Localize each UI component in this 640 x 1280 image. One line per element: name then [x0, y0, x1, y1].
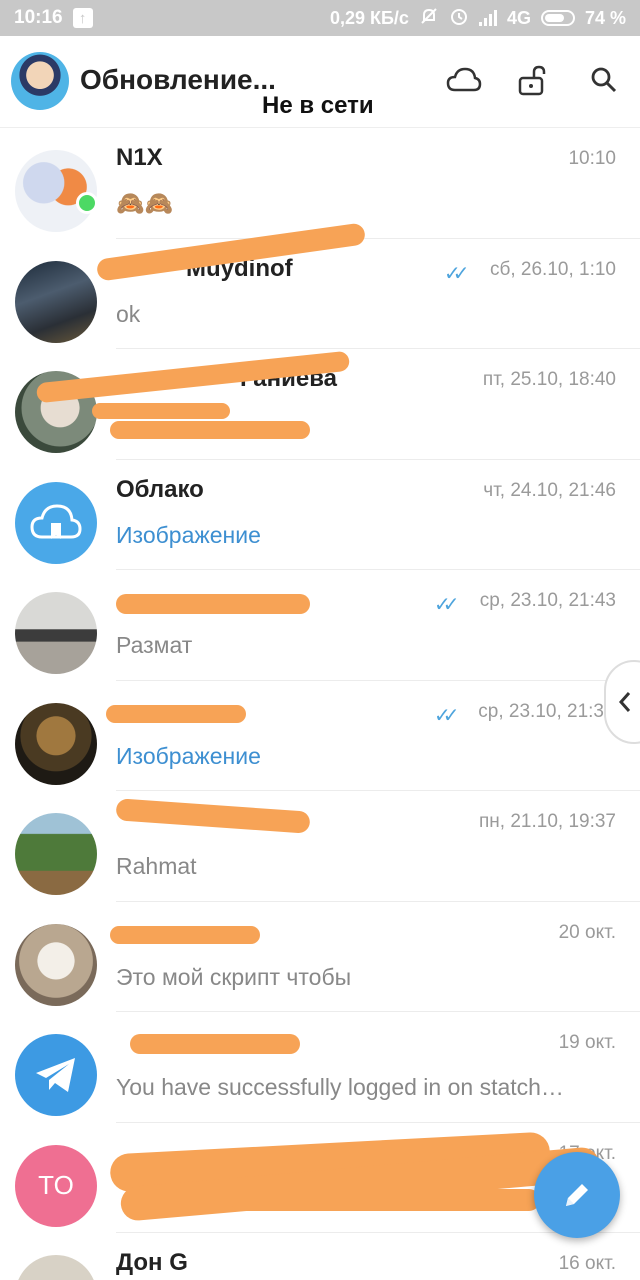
mute-icon: [419, 6, 439, 31]
chat-avatar: [15, 813, 97, 895]
redaction-scribble: [110, 421, 310, 439]
chat-avatar: [15, 260, 97, 343]
compose-button[interactable]: [534, 1152, 620, 1238]
status-time: 10:16: [14, 7, 63, 28]
chat-message: Rahmat: [116, 853, 197, 879]
redaction-scribble: [106, 704, 246, 723]
network-type: 4G: [506, 7, 531, 28]
chat-time: ср, 23.10, 21:3: [478, 700, 604, 722]
online-indicator: [76, 192, 98, 214]
app-header: Обновление... Не в сети: [0, 36, 640, 128]
redaction-scribble: [130, 1034, 300, 1054]
net-speed: 0,29 КБ/с: [329, 7, 409, 28]
chat-message: Изображение: [116, 521, 261, 548]
chat-avatar: [15, 150, 97, 232]
page-title: Обновление...: [80, 64, 276, 95]
redaction-scribble: [116, 594, 310, 614]
telegram-logo-icon: [15, 1034, 97, 1116]
chat-avatar: [15, 592, 97, 674]
battery-icon: [540, 10, 575, 26]
profile-avatar[interactable]: [11, 52, 69, 110]
chat-message: Размат: [116, 632, 193, 658]
chat-time: 20 окт.: [558, 921, 616, 943]
chat-time: ср, 23.10, 21:43: [479, 590, 616, 611]
side-panel-tab[interactable]: [604, 660, 640, 744]
chat-row[interactable]: Размат ✓✓ ср, 23.10, 21:43: [0, 570, 640, 681]
chevron-left-icon: [618, 692, 631, 712]
read-checkmarks-icon: ✓✓: [434, 704, 459, 727]
read-checkmarks-icon: ✓✓: [434, 594, 459, 616]
chat-row[interactable]: N1X 🙈🙈 10:10: [0, 128, 640, 239]
upload-icon: ↑: [72, 8, 93, 28]
chat-row[interactable]: Изображение ✓✓ ср, 23.10, 21:3: [0, 681, 640, 791]
chat-name: Дон G: [116, 1249, 188, 1276]
chat-row[interactable]: Ганиева пт, 25.10, 18:40: [0, 349, 640, 460]
chat-time: 10:10: [568, 148, 616, 169]
chat-time: 16 окт.: [558, 1253, 616, 1274]
chat-time: пн, 21.10, 19:37: [479, 811, 616, 832]
connection-status: Не в сети: [262, 92, 374, 119]
search-icon[interactable]: [584, 60, 624, 100]
chat-row[interactable]: You have successfully logged in on statc…: [0, 1012, 640, 1123]
alarm-icon: [449, 6, 469, 31]
chat-message: Это мой скрипт чтобы: [116, 963, 352, 990]
pencil-icon: [566, 1184, 588, 1206]
chat-avatar: TO: [15, 1144, 97, 1227]
chat-row[interactable]: Muydinof ok ✓✓ сб, 26.10, 1:10: [0, 221, 640, 349]
signal-icon: [478, 10, 497, 26]
status-bar: 10:16 ↑ 0,29 КБ/с 4G 74 %: [0, 0, 640, 36]
chat-time: сб, 26.10, 1:10: [489, 258, 616, 280]
chat-avatar: [15, 1255, 97, 1280]
chat-row[interactable]: Это мой скрипт чтобы 20 окт.: [0, 902, 640, 1012]
chat-message: 🙈🙈: [116, 190, 174, 216]
chat-row[interactable]: Дон G 16 окт.: [0, 1233, 640, 1280]
chat-row[interactable]: Облако Изображение чт, 24.10, 21:46: [0, 460, 640, 570]
chat-message: Изображение: [116, 742, 261, 769]
redaction-scribble: [110, 925, 260, 944]
chat-time: пт, 25.10, 18:40: [482, 369, 616, 390]
read-checkmarks-icon: ✓✓: [444, 262, 469, 285]
cloud-icon[interactable]: [444, 60, 484, 100]
chat-message: ok: [116, 300, 141, 327]
chat-row[interactable]: Rahmat пн, 21.10, 19:37: [0, 791, 640, 902]
chat-name: Облако: [116, 475, 204, 503]
chat-list: N1X 🙈🙈 10:10 Muydinof ok ✓✓ сб, 26.10, 1…: [0, 128, 640, 1280]
redaction-scribble: [92, 403, 230, 419]
chat-name: N1X: [116, 144, 163, 171]
chat-avatar: [15, 702, 97, 785]
redaction-scribble: [230, 1188, 540, 1211]
chat-time: 19 окт.: [558, 1032, 616, 1053]
redaction-scribble: [115, 798, 311, 834]
chat-message: You have successfully logged in on statc…: [116, 1074, 564, 1100]
unlock-icon[interactable]: [512, 60, 552, 100]
chat-time: чт, 24.10, 21:46: [483, 479, 616, 501]
battery-level: 74 %: [584, 7, 626, 28]
chat-avatar: [15, 923, 97, 1006]
cloud-avatar: [15, 481, 97, 564]
